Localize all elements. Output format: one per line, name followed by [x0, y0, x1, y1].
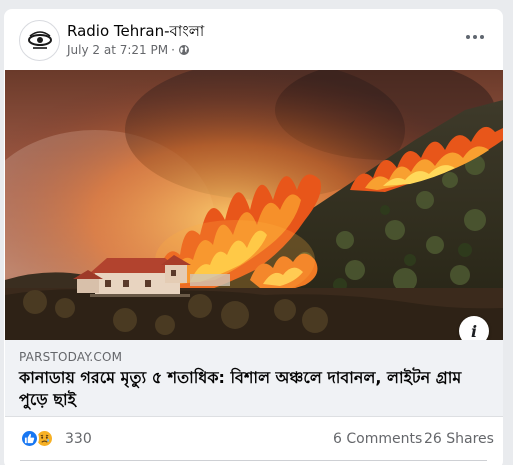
post-header: Radio Tehran-বাংলা July 2 at 7:21 PM · [4, 9, 503, 69]
link-domain: PARSTODAY.COM [19, 350, 123, 364]
more-dot [480, 35, 484, 39]
more-options-button[interactable] [461, 27, 489, 47]
reaction-count[interactable]: 330 [65, 431, 92, 447]
reactions-bar: 330 6 Comments 26 Shares [4, 417, 503, 461]
link-title[interactable]: কানাডায় গরমে মৃত্যু ৫ শতাধিক: বিশাল অঞ্… [19, 367, 489, 411]
globe-icon[interactable] [178, 44, 190, 56]
more-dot [466, 35, 470, 39]
page-avatar[interactable] [19, 20, 60, 61]
comments-count[interactable]: 6 Comments [333, 431, 422, 447]
post-photo[interactable] [5, 70, 503, 340]
post-card: Radio Tehran-বাংলা July 2 at 7:21 PM · i… [4, 9, 503, 465]
post-timestamp[interactable]: July 2 at 7:21 PM [67, 43, 168, 57]
page-name-link[interactable]: Radio Tehran-বাংলা [67, 20, 204, 45]
shares-count[interactable]: 26 Shares [424, 431, 494, 447]
action-bar-partial [4, 461, 503, 465]
meta-separator: · [171, 43, 175, 57]
more-dot [473, 35, 477, 39]
radio-tehran-logo-icon [24, 25, 55, 56]
link-preview[interactable]: PARSTODAY.COM কানাডায় গরমে মৃত্যু ৫ শতা… [5, 340, 503, 417]
reaction-icons[interactable] [20, 429, 54, 448]
wildfire-image [5, 70, 503, 340]
post-meta: July 2 at 7:21 PM · [67, 43, 190, 57]
like-icon [20, 429, 39, 448]
